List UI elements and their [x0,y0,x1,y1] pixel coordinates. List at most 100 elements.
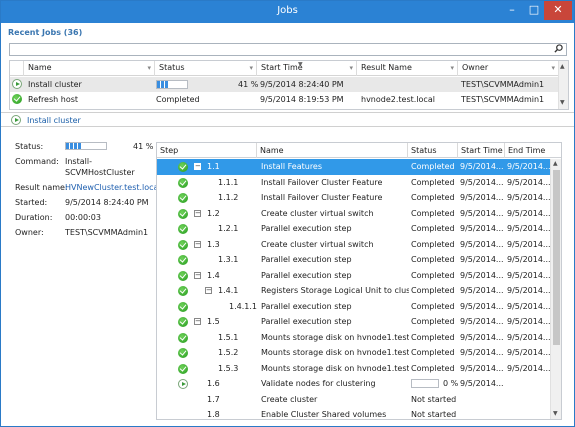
step-start-time: 9/5/2014... [460,270,504,280]
step-row[interactable]: −1.5 Parallel execution step Completed 9/5/… [157,314,550,330]
filter-icon[interactable]: ▾ [147,61,151,75]
running-icon [11,115,21,125]
search-icon[interactable] [554,44,563,56]
job-row[interactable]: Refresh host Completed 9/5/2014 8:19:53 … [10,92,559,107]
step-row[interactable]: 1.2.1 Parallel execution step Completed 9/5… [157,221,550,237]
step-name: Create cluster [261,394,318,404]
job-details-header[interactable]: Install cluster [1,112,574,127]
job-row[interactable]: Install cluster 41 % 9/5/2014 8:24:40 PM… [10,77,559,92]
step-name: Validate nodes for clustering [261,379,376,388]
column-header-name[interactable]: Name ▾ [24,61,155,76]
step-row[interactable]: 1.1.2 Install Failover Cluster Feature Com… [157,190,550,206]
step-row[interactable]: 1.5.2 Mounts storage disk on hvnode1.test… [157,345,550,361]
step-name: Install Failover Cluster Feature [261,177,383,187]
column-header-owner[interactable]: Owner ▾ [458,61,559,76]
filter-icon[interactable]: ▾ [349,61,353,75]
step-row[interactable]: −1.4 Parallel execution step Completed 9/5/… [157,268,550,284]
step-start-time: 9/5/2014... [460,317,504,326]
step-row[interactable]: −1.1 Install Features Completed 9/5/2014...… [157,159,550,175]
completed-icon [178,348,188,358]
job-owner: TEST\SCVMMAdmin1 [461,95,545,104]
column-header-status[interactable]: Status ▾ [155,61,257,76]
search-input[interactable] [10,44,540,55]
recent-jobs-header: Recent Jobs (36) [8,28,83,37]
column-header-start-time[interactable]: ▼ Start Time ▾ [257,61,357,76]
job-name: Install cluster [28,80,82,89]
filter-icon[interactable]: ▾ [450,61,454,75]
column-header-step[interactable]: Step [157,143,257,158]
step-name: Mounts storage disk on hvnode1.test.lo..… [261,348,409,357]
step-row[interactable]: −1.2 Create cluster virtual switch Complet… [157,206,550,222]
collapse-icon[interactable]: − [194,271,201,279]
property-label: Command: [15,157,59,166]
result-name-link[interactable]: HVNewCluster.test.local [65,183,161,192]
step-status: Completed [411,301,455,311]
step-row[interactable]: 1.1.1 Install Failover Cluster Feature Com… [157,175,550,191]
step-row[interactable]: 1.5.1 Mounts storage disk on hvnode1.test… [157,330,550,346]
step-row[interactable]: 1.7 Create cluster Not started [157,392,550,408]
job-start-time: 9/5/2014 8:19:53 PM [260,95,344,104]
completed-icon [178,317,188,327]
step-row[interactable]: −1.3 Create cluster virtual switch Complet… [157,237,550,253]
collapse-icon[interactable]: − [194,209,201,217]
column-header-start-time-label: Start Time [261,63,303,72]
sort-descending-icon: ▼ [298,61,303,68]
minimize-button[interactable]: – [501,1,523,20]
column-header-end-time[interactable]: End Time [505,143,561,158]
step-start-time: 9/5/2014... [460,177,504,187]
step-row[interactable]: 1.3.1 Parallel execution step Completed 9/5… [157,252,550,268]
column-header-name[interactable]: Name [257,143,408,158]
step-row[interactable]: 1.8 Enable Cluster Shared volumes Not star… [157,407,550,419]
step-number: 1.5.1 [218,332,239,342]
filter-icon[interactable]: ▾ [249,61,253,75]
completed-icon [178,255,188,265]
scroll-up-icon[interactable]: ▲ [560,63,565,70]
column-header-result-name[interactable]: Result Name ▾ [357,61,458,76]
step-name: Parallel execution step [261,301,352,311]
completed-icon [178,286,188,296]
step-name: Mounts storage disk on hvnode1.test.lo..… [261,363,409,373]
collapse-icon[interactable]: − [194,318,201,325]
column-header-icon[interactable] [10,61,24,76]
title-bar[interactable]: Jobs – □ ✕ [1,1,574,23]
search-box[interactable] [9,43,567,56]
step-row[interactable]: −1.4.1 Registers Storage Logical Unit to … [157,283,550,299]
collapse-icon[interactable]: − [205,287,212,294]
step-row[interactable]: 1.6 Validate nodes for clustering 0 % 9/5/2… [157,376,550,392]
scroll-up-icon[interactable]: ▲ [553,160,558,167]
column-header-start-time[interactable]: Start Time [458,143,505,158]
filter-icon[interactable]: ▾ [551,61,555,75]
step-number: 1.7 [207,394,220,404]
steps-grid-scrollbar[interactable]: ▲ ▼ [550,159,561,419]
step-progress-text: 0 % [443,379,459,388]
step-number: 1.5 [207,317,220,326]
scroll-thumb[interactable] [553,170,560,345]
close-button[interactable]: ✕ [544,1,572,20]
job-status-progress-fill [66,143,83,149]
scroll-down-icon[interactable]: ▼ [553,410,558,417]
job-name: Refresh host [28,95,79,104]
column-header-status[interactable]: Status [408,143,458,158]
step-start-time: 9/5/2014... [460,301,504,311]
jobs-grid-scrollbar[interactable]: ▲ ▼ [558,61,568,109]
step-name: Parallel execution step [261,270,352,280]
collapse-icon[interactable]: − [194,240,201,248]
step-number: 1.4.1.1 [229,301,257,311]
step-status: Completed [411,239,455,249]
step-end-time: 9/5/2014... [507,239,550,249]
jobs-grid: Name ▾ Status ▾ ▼ Start Time ▾ Result Name ▾ … [9,60,569,110]
step-start-time: 9/5/2014... [460,348,504,357]
step-number: 1.2.1 [218,224,239,233]
scroll-down-icon[interactable]: ▼ [560,99,565,106]
column-header-name-label: Name [28,63,52,72]
step-row[interactable]: 1.5.3 Mounts storage disk on hvnode1.test… [157,361,550,377]
step-start-time: 9/5/2014... [460,224,504,233]
step-name: Mounts storage disk on hvnode1.test.lo..… [261,332,409,342]
step-row[interactable]: 1.4.1.1 Parallel execution step Completed 9… [157,299,550,315]
property-label: Status: [15,142,44,151]
maximize-button[interactable]: □ [523,1,545,20]
step-end-time: 9/5/2014... [507,193,550,202]
owner-value: TEST\SCVMMAdmin1 [65,228,149,237]
step-end-time: 9/5/2014... [507,286,550,295]
collapse-icon[interactable]: − [194,163,201,170]
